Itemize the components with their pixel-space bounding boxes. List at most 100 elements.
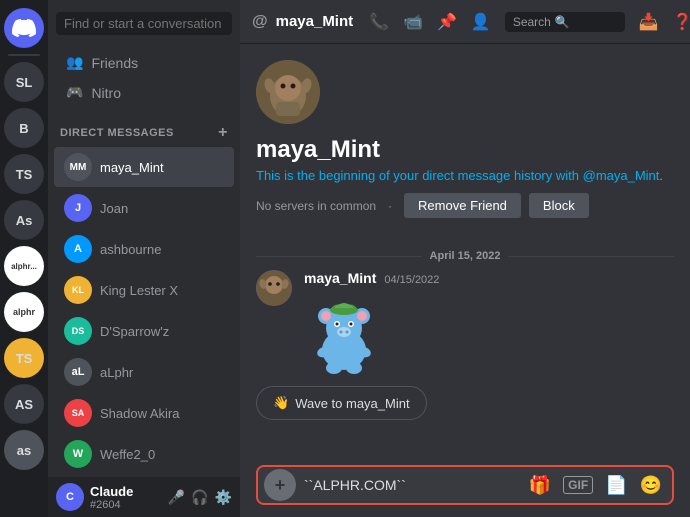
header-search[interactable]: Search 🔍 <box>505 12 625 32</box>
friends-icon: 👥 <box>66 54 83 71</box>
dm-section-header: DIRECT MESSAGES + <box>48 112 240 146</box>
chat-input[interactable] <box>296 467 525 503</box>
dm-sidebar: 👥 Friends 🎮 Nitro DIRECT MESSAGES + MM m… <box>48 0 240 517</box>
remove-friend-button[interactable]: Remove Friend <box>404 193 521 218</box>
current-username: Claude <box>90 484 162 499</box>
avatar-joan: J <box>64 194 92 222</box>
profile-username: maya_Mint <box>256 136 674 164</box>
avatar-king-lester: KL <box>64 276 92 304</box>
chat-input-wrapper: + 🎁 GIF 📄 😊 <box>256 465 674 505</box>
inbox-icon[interactable]: 📥 <box>639 12 659 32</box>
emoji-icon[interactable]: 😊 <box>640 475 662 496</box>
avatar-shadow: SA <box>64 399 92 427</box>
wave-button[interactable]: 👋 Wave to maya_Mint <box>256 386 427 420</box>
dm-section-label: DIRECT MESSAGES <box>60 127 174 139</box>
current-discriminator: #2604 <box>90 499 162 511</box>
nav-friends-label: Friends <box>91 55 138 71</box>
dm-name-weffe: Weffe2_0 <box>100 447 155 462</box>
header-actions: 📞 📹 📌 👤 Search 🔍 📥 ❓ <box>369 12 690 32</box>
dm-item-dsparrow[interactable]: DS D'Sparrow'z <box>54 311 234 351</box>
message-avatar <box>256 270 292 306</box>
nav-friends[interactable]: 👥 Friends <box>54 48 234 77</box>
dm-item-maya-mint[interactable]: MM maya_Mint <box>54 147 234 187</box>
message-row: maya_Mint 04/15/2022 <box>256 270 674 370</box>
dm-channel-icon: @ <box>252 13 268 31</box>
server-icon-ts[interactable]: TS <box>4 154 44 194</box>
dm-item-joan[interactable]: J Joan <box>54 188 234 228</box>
header-search-icon: 🔍 <box>555 15 570 29</box>
nav-nitro-label: Nitro <box>91 85 121 101</box>
sticker-icon[interactable]: 📄 <box>605 475 627 496</box>
settings-icon[interactable]: ⚙️ <box>215 489 232 506</box>
dm-nav: 👥 Friends 🎮 Nitro <box>48 43 240 112</box>
user-panel: C Claude #2604 🎤 🎧 ⚙️ <box>48 477 240 517</box>
wave-label: Wave to maya_Mint <box>295 396 409 411</box>
video-icon[interactable]: 📹 <box>403 12 423 32</box>
pin-icon[interactable]: 📌 <box>437 12 457 32</box>
wave-emoji: 👋 <box>273 395 289 411</box>
server-icon-b[interactable]: B <box>4 108 44 148</box>
server-icon-as3[interactable]: as <box>4 430 44 470</box>
gift-icon[interactable]: 🎁 <box>529 475 551 496</box>
headset-icon[interactable]: 🎧 <box>191 489 208 506</box>
current-user-info: Claude #2604 <box>90 484 162 511</box>
server-icon-as2[interactable]: AS <box>4 384 44 424</box>
server-separator <box>8 54 40 56</box>
avatar-maya-mint: MM <box>64 153 92 181</box>
plus-icon: + <box>275 475 286 496</box>
chat-body: maya_Mint This is the beginning of your … <box>240 44 690 457</box>
add-attachment-button[interactable]: + <box>264 469 296 501</box>
dm-name-alphr: aLphr <box>100 365 133 380</box>
server-icon-alphr2[interactable]: alphr <box>4 292 44 332</box>
avatar-alphr: aL <box>64 358 92 386</box>
avatar-weffe: W <box>64 440 92 468</box>
input-actions: 🎁 GIF 📄 😊 <box>525 475 666 496</box>
server-icon-sl[interactable]: SL <box>4 62 44 102</box>
message-content: maya_Mint 04/15/2022 <box>304 270 674 370</box>
dm-item-alphr[interactable]: aL aLphr <box>54 352 234 392</box>
dm-name-ashbourne: ashbourne <box>100 242 161 257</box>
gif-button[interactable]: GIF <box>563 476 593 494</box>
date-divider-text: April 15, 2022 <box>430 250 501 262</box>
discord-home-button[interactable] <box>4 8 44 48</box>
profile-header: maya_Mint This is the beginning of your … <box>256 60 674 234</box>
server-icon-as[interactable]: As <box>4 200 44 240</box>
microphone-icon[interactable]: 🎤 <box>168 489 185 506</box>
block-button[interactable]: Block <box>529 193 589 218</box>
chat-input-area: + 🎁 GIF 📄 😊 <box>240 457 690 517</box>
add-member-icon[interactable]: 👤 <box>471 12 491 32</box>
call-icon[interactable]: 📞 <box>369 12 389 32</box>
date-divider: April 15, 2022 <box>256 250 674 262</box>
current-user-avatar: C <box>56 483 84 511</box>
add-dm-button[interactable]: + <box>218 124 228 142</box>
dm-item-shadow[interactable]: SA Shadow Akira <box>54 393 234 433</box>
dm-item-weffe[interactable]: W Weffe2_0 <box>54 434 234 474</box>
dm-name-king-lester: King Lester X <box>100 283 178 298</box>
message-username: maya_Mint <box>304 270 376 286</box>
nitro-icon: 🎮 <box>66 84 83 101</box>
main-content: @ maya_Mint 📞 📹 📌 👤 Search 🔍 📥 ❓ <box>240 0 690 517</box>
header-search-placeholder: Search <box>513 15 551 29</box>
no-servers-text: No servers in common <box>256 199 376 213</box>
avatar-ashbourne: A <box>64 235 92 263</box>
dm-list: MM maya_Mint J Joan A ashbourne KL King … <box>48 146 240 477</box>
dm-item-ashbourne[interactable]: A ashbourne <box>54 229 234 269</box>
dm-name-maya-mint: maya_Mint <box>100 160 164 175</box>
chat-header: @ maya_Mint 📞 📹 📌 👤 Search 🔍 📥 ❓ <box>240 0 690 44</box>
dm-name-dsparrow: D'Sparrow'z <box>100 324 169 339</box>
help-icon[interactable]: ❓ <box>673 12 690 32</box>
dm-name-shadow: Shadow Akira <box>100 406 180 421</box>
dm-search-container <box>48 0 240 43</box>
server-icon-ts2[interactable]: TS <box>4 338 44 378</box>
message-sticker <box>304 290 384 370</box>
message-header: maya_Mint 04/15/2022 <box>304 270 674 286</box>
dm-name-joan: Joan <box>100 201 128 216</box>
server-icon-alphr1[interactable]: alphr... <box>4 246 44 286</box>
avatar-dsparrow: DS <box>64 317 92 345</box>
channel-name: maya_Mint <box>276 13 354 30</box>
dm-search-input[interactable] <box>56 12 232 35</box>
dot-separator: · <box>388 199 392 213</box>
message-timestamp: 04/15/2022 <box>384 274 439 286</box>
dm-item-king-lester[interactable]: KL King Lester X <box>54 270 234 310</box>
nav-nitro[interactable]: 🎮 Nitro <box>54 78 234 107</box>
